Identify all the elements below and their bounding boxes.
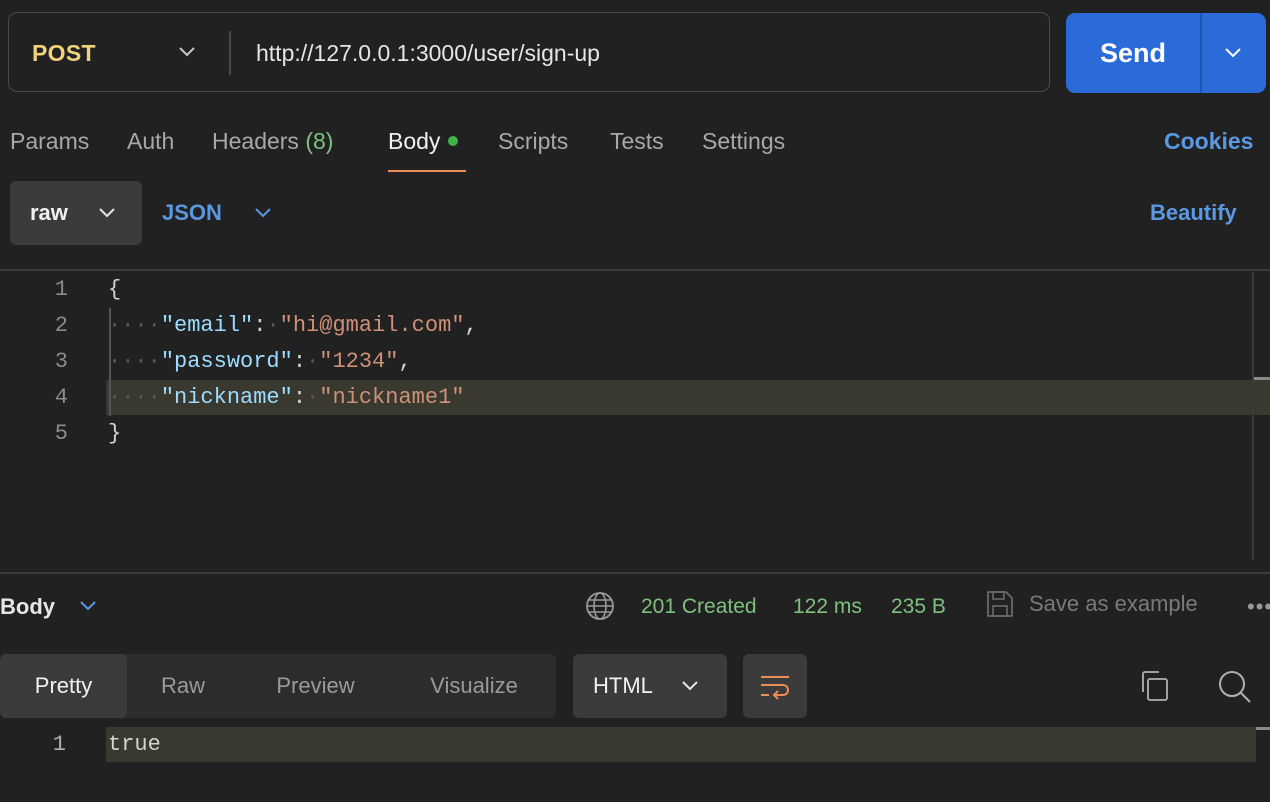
send-button-group: Send [1066, 13, 1266, 93]
tab-body[interactable]: Body [388, 126, 459, 156]
tab-headers[interactable]: Headers (8) [212, 126, 333, 156]
chevron-down-icon [682, 681, 698, 691]
json-key: "email" [160, 313, 254, 338]
code-line: ····"nickname":·"nickname1" [108, 385, 465, 410]
search-icon[interactable] [1216, 668, 1252, 704]
chevron-down-icon[interactable] [175, 39, 199, 65]
code-line: { [108, 272, 121, 308]
code-line: } [108, 416, 121, 452]
line-number: 3 [54, 349, 68, 374]
line-number: 2 [54, 313, 68, 338]
code-line: ····"email":·"hi@gmail.com", [108, 313, 478, 338]
word-wrap-button[interactable] [743, 654, 807, 718]
tab-settings[interactable]: Settings [702, 126, 785, 156]
tab-auth[interactable]: Auth [127, 126, 174, 156]
request-url-bar: POST http://127.0.0.1:3000/user/sign-up [8, 12, 1050, 92]
save-icon [987, 591, 1013, 617]
copy-icon[interactable] [1137, 668, 1171, 704]
json-value: "hi@gmail.com" [279, 313, 465, 338]
chevron-down-icon[interactable] [1221, 40, 1245, 66]
divider [1200, 13, 1202, 93]
response-body-content[interactable]: true [108, 727, 161, 763]
divider [0, 269, 1270, 271]
tab-label: Body [388, 128, 441, 154]
json-key: "nickname" [160, 385, 293, 410]
code-brace: } [108, 421, 122, 446]
modified-dot-icon [448, 135, 459, 146]
headers-count: (8) [305, 128, 334, 154]
code-line: ····"password":·"1234", [108, 349, 412, 374]
response-size[interactable]: 235 B [891, 592, 946, 622]
response-view-toggle: Pretty Raw Preview Visualize [0, 654, 556, 718]
current-line-highlight [106, 727, 1256, 762]
request-body-editor[interactable]: 1 2 3 4 5 { ····"email":·"hi@gmail.com",… [0, 272, 1270, 560]
tab-tests[interactable]: Tests [610, 126, 664, 156]
save-as-example-button[interactable]: Save as example [1029, 589, 1198, 619]
view-preview[interactable]: Preview [239, 654, 392, 718]
response-format-select[interactable]: HTML [573, 654, 727, 718]
body-mode-select[interactable]: raw [10, 181, 142, 245]
more-options-button[interactable]: ••• [1247, 592, 1270, 622]
editor-scrollbar-track [1252, 272, 1254, 560]
url-input[interactable]: http://127.0.0.1:3000/user/sign-up [256, 13, 600, 93]
line-number: 4 [54, 385, 68, 410]
body-format-select[interactable]: JSON [162, 181, 222, 245]
pane-resize-handle[interactable] [0, 572, 1270, 574]
code-brace: { [108, 277, 122, 302]
active-tab-indicator [388, 170, 466, 172]
line-number: 5 [54, 421, 68, 446]
wrap-icon [761, 676, 789, 700]
chevron-down-icon[interactable] [78, 594, 98, 618]
tab-label: Headers [212, 128, 299, 154]
send-button[interactable]: Send [1066, 13, 1200, 93]
json-value: "1234" [319, 349, 399, 374]
json-key: "password" [160, 349, 293, 374]
body-mode-label: raw [30, 200, 68, 225]
beautify-button[interactable]: Beautify [1150, 181, 1237, 245]
cookies-link[interactable]: Cookies [1164, 126, 1253, 156]
view-pretty[interactable]: Pretty [0, 654, 127, 718]
json-value: "nickname1" [319, 385, 465, 410]
response-time[interactable]: 122 ms [793, 592, 862, 622]
tab-scripts[interactable]: Scripts [498, 126, 568, 156]
tab-params[interactable]: Params [10, 126, 89, 156]
view-raw[interactable]: Raw [127, 654, 239, 718]
divider [229, 31, 231, 75]
status-code[interactable]: 201 Created [641, 592, 757, 622]
response-section-select[interactable]: Body [0, 590, 55, 624]
editor-scrollbar[interactable] [1254, 377, 1270, 380]
response-scrollbar[interactable] [1256, 727, 1270, 730]
chevron-down-icon[interactable] [252, 201, 274, 225]
line-number: 1 [52, 732, 66, 757]
chevron-down-icon [99, 208, 115, 218]
response-format-label: HTML [593, 673, 653, 698]
method-selector[interactable]: POST [32, 13, 96, 93]
globe-icon[interactable] [584, 590, 616, 622]
view-visualize[interactable]: Visualize [392, 654, 556, 718]
line-number: 1 [54, 277, 68, 302]
